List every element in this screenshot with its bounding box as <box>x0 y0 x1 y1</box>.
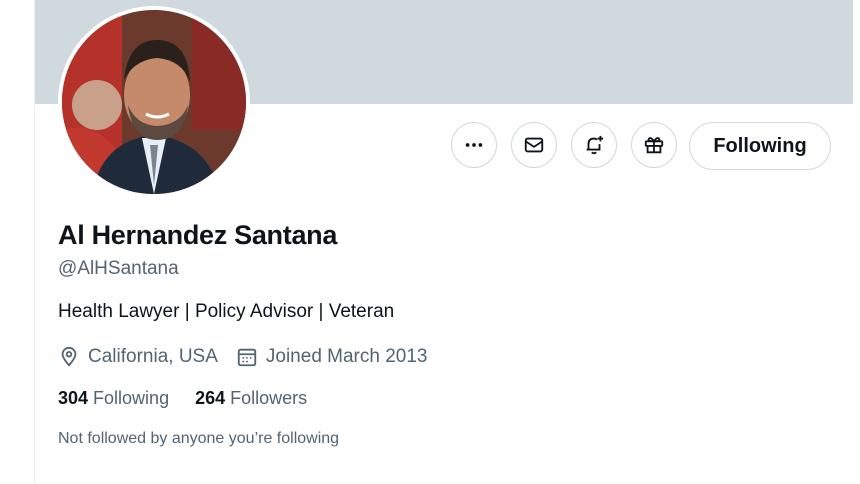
profile-avatar[interactable] <box>58 6 250 198</box>
following-count: 304 <box>58 388 89 408</box>
following-stat-label: Following <box>93 388 170 408</box>
location-item: California, USA <box>58 346 218 368</box>
gift-icon <box>644 137 664 154</box>
joined-text: Joined March 2013 <box>265 346 428 367</box>
bell-plus-icon <box>586 135 604 155</box>
followers-stat-label: Followers <box>230 388 308 408</box>
more-options-button[interactable] <box>451 122 497 168</box>
following-stat-link[interactable]: 304 Following <box>58 388 169 409</box>
profile-meta: California, USA Joined March 2013 <box>58 344 446 370</box>
user-handle: @AlHSantana <box>58 258 179 279</box>
followers-stat-link[interactable]: 264 Followers <box>195 388 307 409</box>
display-name: Al Hernandez Santana <box>58 220 338 250</box>
follow-stats: 304 Following 264 Followers <box>58 388 333 409</box>
avatar-photo <box>62 10 246 194</box>
profile-bio: Health Lawyer | Policy Advisor | Veteran <box>58 301 395 322</box>
gift-button[interactable] <box>631 122 677 168</box>
notifications-button[interactable] <box>571 122 617 168</box>
mail-icon <box>524 137 544 153</box>
calendar-icon <box>237 348 257 367</box>
followers-count: 264 <box>195 388 226 408</box>
location-text: California, USA <box>88 346 218 367</box>
more-icon <box>465 143 483 147</box>
message-button[interactable] <box>511 122 557 168</box>
joined-item: Joined March 2013 <box>236 346 428 368</box>
following-button[interactable]: Following <box>689 122 831 170</box>
location-pin-icon <box>61 346 77 367</box>
followed-by-note: Not followed by anyone you’re following <box>58 430 340 447</box>
